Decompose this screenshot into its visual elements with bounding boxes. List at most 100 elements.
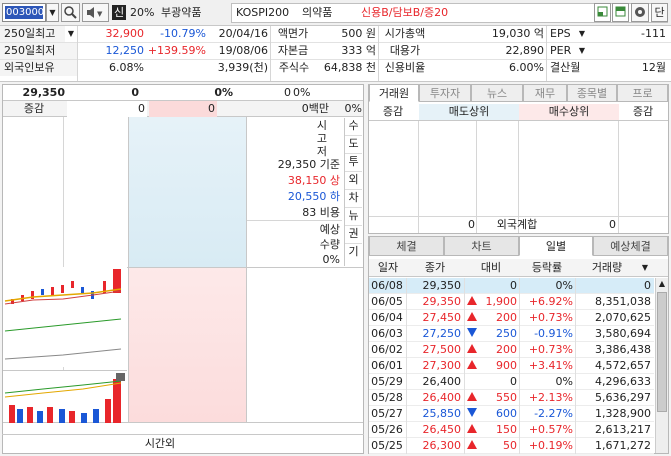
cell-vol: 5,636,297 bbox=[595, 391, 651, 404]
tab-finance[interactable]: 재무 bbox=[523, 84, 567, 102]
info-key-capital: 자본금 bbox=[277, 44, 309, 57]
cell-rate: +0.73% bbox=[528, 311, 573, 324]
toolbar: 003000 ▼ ▼ 신 20% 부광약품 KOSPI200 의약품 신용B/담… bbox=[0, 0, 671, 26]
side-tab-3[interactable]: 투 bbox=[345, 154, 362, 172]
margin-rate: 20% bbox=[130, 6, 155, 19]
cell-diff: 0 bbox=[510, 375, 517, 388]
cell-close: 27,300 bbox=[422, 359, 462, 372]
side-tab-1[interactable]: 수 bbox=[345, 118, 362, 136]
up-arrow-icon bbox=[465, 294, 479, 310]
info-key-per: PER bbox=[550, 44, 572, 57]
side-tab-5[interactable]: 차 bbox=[345, 190, 362, 208]
side-tab-strip: 수 도 투 외 차 뉴 권 기 bbox=[344, 118, 362, 266]
table-row[interactable]: 05/27 25,850 600 -2.27% 1,328,900 bbox=[369, 406, 654, 422]
restore-panel-icon[interactable] bbox=[612, 3, 629, 22]
stock-code-input[interactable]: 003000 bbox=[2, 3, 46, 22]
cell-date: 05/26 bbox=[371, 423, 403, 436]
per-dropdown-icon[interactable]: ▼ bbox=[576, 43, 588, 59]
cell-date: 06/02 bbox=[371, 343, 403, 356]
tab-investor[interactable]: 투자자 bbox=[419, 84, 471, 102]
up-arrow-icon bbox=[465, 390, 479, 406]
table-row[interactable]: 06/03 27,250 250 -0.91% 3,580,694 bbox=[369, 326, 654, 342]
cell-rate: -2.27% bbox=[534, 407, 573, 420]
table-row[interactable]: 05/28 26,400 550 +2.13% 5,636,297 bbox=[369, 390, 654, 406]
tab-news[interactable]: 뉴스 bbox=[471, 84, 523, 102]
scroll-thumb[interactable] bbox=[657, 292, 667, 412]
search-button[interactable] bbox=[61, 3, 80, 22]
broker-hdr-sell: 매도상위 bbox=[419, 104, 519, 120]
tab-broker[interactable]: 거래원 bbox=[369, 84, 419, 102]
volume: 0 bbox=[284, 86, 291, 99]
info-val-credit-ratio: 6.00% bbox=[509, 61, 544, 74]
summary-base: 29,350 기준 bbox=[277, 158, 340, 171]
tab-expected[interactable]: 예상체결 bbox=[593, 236, 668, 256]
side-tab-2[interactable]: 도 bbox=[345, 136, 362, 154]
info-250-high-price: 32,900 bbox=[105, 27, 145, 40]
mini-volume-bars bbox=[4, 373, 125, 423]
info-label-foreign: 외국인보유 bbox=[0, 60, 77, 76]
cell-close: 26,400 bbox=[422, 391, 462, 404]
sound-button[interactable]: ▼ bbox=[82, 3, 109, 22]
table-row[interactable]: 06/08 29,350 0 0% 0 bbox=[369, 278, 654, 294]
minimize-panel-icon[interactable] bbox=[594, 3, 611, 22]
broker-header: 증감 매도상위 매수상위 증감 bbox=[369, 104, 668, 121]
cell-diff: 50 bbox=[503, 439, 517, 452]
price-pct: 0% bbox=[214, 86, 233, 99]
cell-rate: +0.57% bbox=[528, 423, 573, 436]
price-summary: 시 고 저 29,350 기준 38,150 상 20,550 하 83 비용 … bbox=[247, 118, 342, 268]
side-tab-7[interactable]: 권 bbox=[345, 226, 362, 244]
cell-close: 27,500 bbox=[422, 343, 462, 356]
tab-program[interactable]: 프로 bbox=[617, 84, 668, 102]
table-row[interactable]: 06/04 27,450 200 +0.73% 2,070,625 bbox=[369, 310, 654, 326]
table-row[interactable]: 06/05 29,350 1,900 +6.92% 8,351,038 bbox=[369, 294, 654, 310]
eps-dropdown-icon[interactable]: ▼ bbox=[576, 26, 588, 42]
cell-diff: 600 bbox=[496, 407, 517, 420]
side-tab-4[interactable]: 외 bbox=[345, 172, 362, 190]
volume-pct: 0% bbox=[293, 86, 311, 99]
info-250-low-pct: +139.59% bbox=[147, 44, 206, 57]
tab-daily[interactable]: 일별 bbox=[519, 236, 593, 256]
cell-diff: 150 bbox=[496, 423, 517, 436]
side-tab-8[interactable]: 기 bbox=[345, 244, 362, 262]
table-row[interactable]: 05/29 26,400 0 0% 4,296,633 bbox=[369, 374, 654, 390]
tab-ticks[interactable]: 체결 bbox=[369, 236, 444, 256]
credit-badge: 신 bbox=[112, 5, 126, 20]
table-row[interactable]: 06/01 27,300 900 +3.41% 4,572,657 bbox=[369, 358, 654, 374]
sector-name: 부광약품 bbox=[161, 6, 202, 19]
hdr-pct: 0% bbox=[344, 102, 362, 115]
dropdown-icon[interactable]: ▼ bbox=[65, 26, 77, 42]
info-250-low-date: 19/08/06 bbox=[218, 44, 268, 57]
code-dropdown-button[interactable]: ▼ bbox=[46, 3, 59, 22]
gear-icon bbox=[635, 7, 645, 17]
table-row[interactable]: 05/25 26,300 50 +0.19% 1,671,272 bbox=[369, 438, 654, 454]
daily-scrollbar[interactable]: ▲ bbox=[655, 278, 668, 453]
info-key-mktcap: 시가총액 bbox=[384, 27, 426, 40]
cell-date: 06/04 bbox=[371, 311, 403, 324]
col-diff: 대비 bbox=[480, 261, 502, 274]
table-row[interactable]: 06/02 27,500 200 +0.73% 3,386,438 bbox=[369, 342, 654, 358]
stock-info-panel: 250일최고 ▼ 32,900 -10.79% 20/04/16 액면가 500… bbox=[0, 26, 671, 82]
dan-button[interactable]: 단 bbox=[651, 3, 668, 22]
down-arrow-icon bbox=[465, 326, 479, 342]
info-250-low-price: 12,250 bbox=[105, 44, 145, 57]
hdr-bid-total: 0 bbox=[149, 101, 217, 117]
scroll-up-icon[interactable]: ▲ bbox=[656, 278, 668, 290]
after-hours-label[interactable]: 시간외 bbox=[128, 436, 192, 452]
cell-date: 05/25 bbox=[371, 439, 403, 452]
cell-vol: 0 bbox=[644, 279, 651, 292]
table-row[interactable]: 05/26 26,450 150 +0.57% 2,613,217 bbox=[369, 422, 654, 438]
mini-price-chart bbox=[3, 267, 127, 367]
side-tab-6[interactable]: 뉴 bbox=[345, 208, 362, 226]
settings-button[interactable] bbox=[631, 3, 649, 22]
info-val-eps: -111 bbox=[641, 27, 666, 40]
tab-chart[interactable]: 차트 bbox=[444, 236, 519, 256]
cell-date: 06/03 bbox=[371, 327, 403, 340]
info-key-shares: 주식수 bbox=[278, 61, 310, 74]
cell-date: 06/01 bbox=[371, 359, 403, 372]
tab-by-stock[interactable]: 종목별 bbox=[567, 84, 617, 102]
cell-rate: +0.73% bbox=[528, 343, 573, 356]
volume-dropdown-icon[interactable]: ▼ bbox=[639, 260, 651, 276]
cell-diff: 200 bbox=[496, 311, 517, 324]
col-volume: 거래량 bbox=[591, 261, 623, 274]
daily-table: 06/08 29,350 0 0% 0 06/05 29,350 1,900 +6.92% 8,3… bbox=[369, 278, 654, 454]
